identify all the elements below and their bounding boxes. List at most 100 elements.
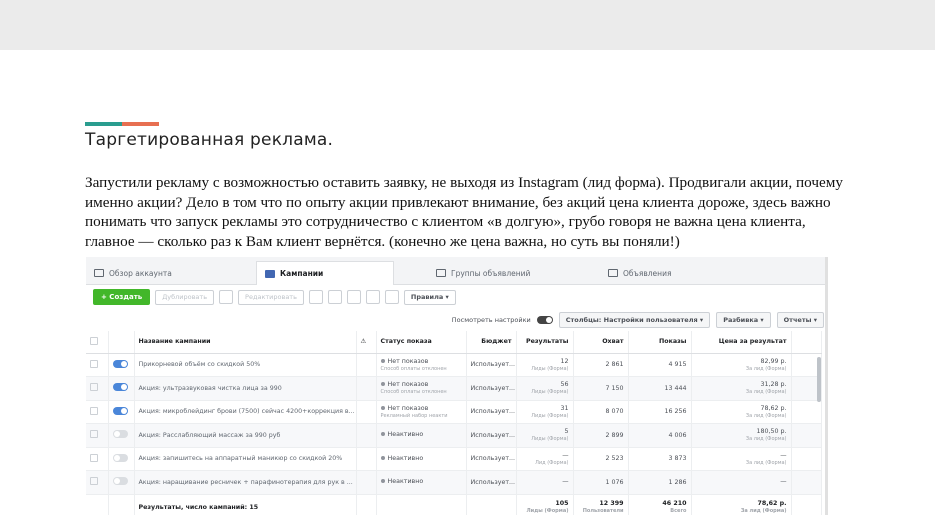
ab-test-icon[interactable] — [365, 290, 380, 304]
status-text: Неактивно — [387, 478, 424, 486]
status-dot-icon — [380, 405, 385, 410]
status-text: Нет показов — [387, 381, 429, 389]
total-reach: 12 399 — [599, 500, 624, 507]
toolbar: + Создать Дублировать Редактировать Прав… — [86, 285, 825, 309]
impressions: 4 915 — [628, 353, 692, 377]
view-settings-label: Посмотреть настройки — [451, 316, 531, 324]
grid-icon — [436, 269, 446, 277]
row-checkbox[interactable] — [90, 453, 98, 462]
campaign-toggle[interactable] — [112, 477, 128, 486]
budget: Использует... — [466, 447, 517, 471]
campaign-name[interactable]: Акция: Расслабляющий массаж за 990 руб — [134, 423, 357, 448]
status-text: Неактивно — [387, 454, 424, 462]
status-dot-icon — [380, 382, 385, 387]
table-total-row: Результаты, число кампаний: 15 105 Лиды (… — [86, 494, 822, 515]
edit-dropdown[interactable] — [308, 290, 323, 304]
table-row[interactable]: Акция: микроблейдинг брови (7500) сейчас… — [86, 400, 822, 424]
impressions: 16 256 — [628, 400, 692, 424]
campaign-toggle[interactable] — [112, 406, 128, 415]
header-reach[interactable]: Охват — [573, 331, 629, 354]
results: 12 — [560, 357, 569, 365]
table-row[interactable]: Акция: наращивание ресничек + парафиноте… — [86, 470, 822, 495]
tab-account-overview[interactable]: Обзор аккаунта — [94, 261, 172, 285]
budget: Использует... — [466, 376, 517, 401]
impressions: 4 006 — [628, 423, 692, 448]
ad-icon — [608, 269, 618, 277]
campaign-name[interactable]: Акция: наращивание ресничек + парафиноте… — [134, 470, 357, 495]
cost-per-result: 82,99 р. — [760, 357, 787, 365]
total-impressions: 46 210 — [662, 500, 687, 507]
cost-per-result: 31,28 р. — [760, 381, 787, 389]
results: — — [562, 451, 569, 459]
columns-button[interactable]: Столбцы: Настройки пользователя ▾ — [558, 312, 711, 328]
status-text: Нет показов — [387, 404, 429, 412]
total-label: Результаты, число кампаний: 15 — [134, 494, 357, 515]
tab-ad-sets[interactable]: Группы объявлений — [436, 261, 530, 285]
circle-icon[interactable] — [327, 290, 342, 304]
tab-campaigns[interactable]: Кампании — [256, 261, 395, 285]
status-dot-icon — [380, 358, 385, 363]
budget: Использует... — [466, 400, 517, 424]
row-checkbox[interactable] — [90, 430, 98, 439]
edit-button[interactable]: Редактировать — [238, 289, 304, 305]
reach: 2 523 — [573, 447, 629, 471]
trash-icon[interactable] — [346, 290, 361, 304]
accent-bar — [85, 122, 159, 126]
total-results: 105 — [555, 500, 569, 507]
header-cost[interactable]: Цена за результат — [691, 331, 792, 354]
select-all-checkbox[interactable] — [90, 336, 98, 345]
slide-title: Таргетированная реклама. — [85, 130, 334, 150]
slide-body: Запустили рекламу с возможностью оставит… — [85, 174, 843, 250]
duplicate-button[interactable]: Дублировать — [155, 289, 215, 305]
top-band — [0, 0, 935, 50]
duplicate-dropdown[interactable] — [219, 290, 234, 304]
table-header: Название кампании ⚠ Статус показа Бюджет… — [86, 331, 822, 354]
header-budget[interactable]: Бюджет — [466, 331, 517, 354]
header-name[interactable]: Название кампании — [134, 331, 357, 354]
campaign-toggle[interactable] — [112, 383, 128, 392]
overview-icon — [94, 269, 104, 277]
folder-icon — [265, 269, 275, 278]
campaign-toggle[interactable] — [112, 453, 128, 462]
status-dot-icon — [380, 432, 385, 437]
results: 56 — [560, 381, 569, 389]
reach: 8 070 — [573, 400, 629, 424]
status-dot-icon — [380, 455, 385, 460]
status-text: Нет показов — [387, 357, 429, 365]
table-row[interactable]: Акция: Расслабляющий массаж за 990 руб Не… — [86, 423, 822, 448]
results: — — [562, 478, 569, 486]
budget: Использует... — [466, 353, 517, 377]
table-row[interactable]: Акция: запишитесь на аппаратный маникюр … — [86, 447, 822, 471]
row-checkbox[interactable] — [90, 359, 98, 368]
header-results[interactable]: Результаты — [516, 331, 574, 354]
row-checkbox[interactable] — [90, 406, 98, 415]
header-impressions[interactable]: Показы — [628, 331, 692, 354]
table-row[interactable]: Прикорневой объём со скидкой 50% Нет пока… — [86, 353, 822, 377]
row-checkbox[interactable] — [90, 383, 98, 392]
campaign-toggle[interactable] — [112, 430, 128, 439]
results: 5 — [564, 428, 569, 436]
table-row[interactable]: Акция: ультразвуковая чистка лица за 990… — [86, 376, 822, 401]
reach: 2 899 — [573, 423, 629, 448]
total-cost: 78,62 р. — [757, 500, 787, 507]
campaign-name[interactable]: Акция: ультразвуковая чистка лица за 990 — [134, 376, 357, 401]
create-button[interactable]: + Создать — [93, 289, 151, 305]
impressions: 1 286 — [628, 470, 692, 495]
campaign-name[interactable]: Прикорневой объём со скидкой 50% — [134, 353, 357, 377]
campaign-toggle[interactable] — [112, 359, 128, 368]
tag-icon[interactable] — [384, 290, 399, 304]
impressions: 3 873 — [628, 447, 692, 471]
table-scrollbar[interactable] — [817, 357, 821, 402]
ads-manager-screenshot: Обзор аккаунта Кампании Группы объявлени… — [86, 257, 828, 515]
breakdown-button[interactable]: Разбивка ▾ — [716, 312, 771, 328]
campaign-name[interactable]: Акция: запишитесь на аппаратный маникюр … — [134, 447, 357, 471]
row-checkbox[interactable] — [90, 477, 98, 486]
rules-button[interactable]: Правила ▾ — [403, 289, 456, 305]
header-status[interactable]: Статус показа — [376, 331, 467, 354]
budget: Использует... — [466, 423, 517, 448]
cost-per-result: — — [780, 451, 787, 459]
view-settings-toggle[interactable] — [536, 316, 553, 324]
campaign-name[interactable]: Акция: микроблейдинг брови (7500) сейчас… — [134, 400, 357, 424]
tab-ads[interactable]: Объявления — [608, 261, 671, 285]
reports-button[interactable]: Отчеты ▾ — [776, 312, 824, 328]
